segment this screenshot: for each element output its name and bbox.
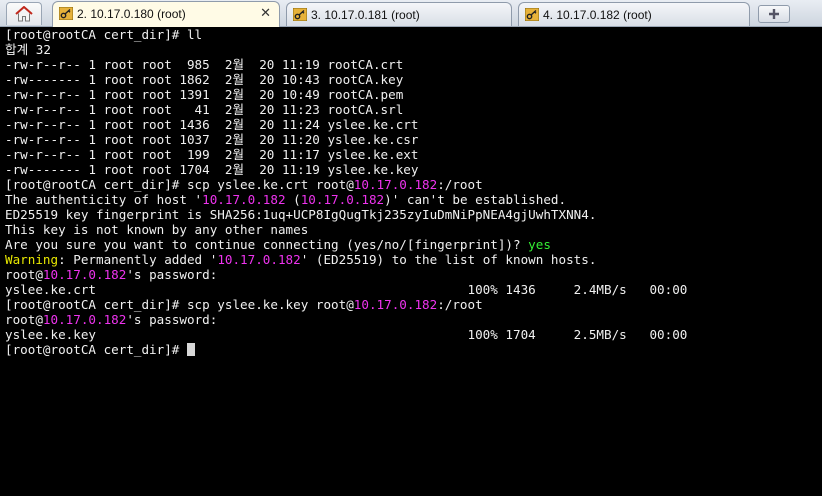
terminal-line: [root@rootCA cert_dir]# scp yslee.ke.crt… <box>5 177 687 192</box>
line-text: Are you sure you want to continue connec… <box>5 237 529 252</box>
line-text: root@ <box>5 312 43 327</box>
prompt: [root@rootCA cert_dir]# <box>5 342 187 357</box>
new-tab-button[interactable] <box>758 5 790 23</box>
terminal-prompt-line: [root@rootCA cert_dir]# <box>5 342 687 357</box>
terminal-line: ED25519 key fingerprint is SHA256:1uq+UC… <box>5 207 597 222</box>
ip-address: 10.17.0.182 <box>202 192 286 207</box>
terminal-line: Are you sure you want to continue connec… <box>5 237 687 252</box>
home-icon <box>15 6 33 22</box>
line-text: 's password: <box>126 267 218 282</box>
line-text: [root@rootCA cert_dir]# scp yslee.ke.crt… <box>5 177 354 192</box>
key-icon <box>59 7 73 20</box>
ip-address: 10.17.0.182 <box>42 267 127 282</box>
line-text: ' (ED25519) to the list of known hosts. <box>300 252 597 267</box>
terminal-output: [root@rootCA cert_dir]# ll 합계 32 -rw-r--… <box>5 27 687 357</box>
tab-label: 4. 10.17.0.182 (root) <box>543 8 652 22</box>
terminal-line: [root@rootCA cert_dir]# scp yslee.ke.key… <box>5 297 687 312</box>
key-icon <box>525 8 539 21</box>
ip-address: 10.17.0.182 <box>353 297 438 312</box>
home-button[interactable] <box>6 2 42 25</box>
close-icon[interactable]: ✕ <box>260 5 271 21</box>
tab-session-3[interactable]: 3. 10.17.0.181 (root) <box>286 2 512 26</box>
line-text: [root@rootCA cert_dir]# scp yslee.ke.key… <box>5 297 354 312</box>
ip-address: 10.17.0.182 <box>217 252 301 267</box>
plus-icon <box>769 9 779 19</box>
line-text: :/root <box>437 177 483 192</box>
terminal-line: -rw-r--r-- 1 root root 1436 2월 20 11:24 … <box>5 117 419 132</box>
tab-session-2[interactable]: 2. 10.17.0.180 (root) ✕ <box>52 1 280 27</box>
terminal-line: -rw-r--r-- 1 root root 985 2월 20 11:19 r… <box>5 57 404 72</box>
terminal-line: -rw------- 1 root root 1704 2월 20 11:19 … <box>5 162 419 177</box>
line-text: 's password: <box>126 312 218 327</box>
tab-bar: 2. 10.17.0.180 (root) ✕ 3. 10.17.0.181 (… <box>0 0 822 27</box>
line-text: root@ <box>5 267 43 282</box>
terminal-line: -rw-r--r-- 1 root root 1037 2월 20 11:20 … <box>5 132 419 147</box>
warning-label: Warning <box>5 252 59 267</box>
line-text: : Permanently added ' <box>58 252 218 267</box>
yes-answer: yes <box>528 237 551 252</box>
text-cursor <box>186 343 195 356</box>
terminal-line: The authenticity of host '10.17.0.182 (1… <box>5 192 687 207</box>
terminal-line: root@10.17.0.182's password: <box>5 267 687 282</box>
terminal-line: -rw-r--r-- 1 root root 199 2월 20 11:17 y… <box>5 147 419 162</box>
line-text: :/root <box>437 297 483 312</box>
ip-address: 10.17.0.182 <box>353 177 438 192</box>
terminal-line: root@10.17.0.182's password: <box>5 312 687 327</box>
ip-address: 10.17.0.182 <box>42 312 127 327</box>
terminal-line: 합계 32 <box>5 42 51 57</box>
terminal-area[interactable]: [root@rootCA cert_dir]# ll 합계 32 -rw-r--… <box>0 27 822 496</box>
terminal-line: -rw-r--r-- 1 root root 41 2월 20 11:23 ro… <box>5 102 404 117</box>
line-text: The authenticity of host ' <box>5 192 203 207</box>
terminal-line: -rw-r--r-- 1 root root 1391 2월 20 10:49 … <box>5 87 404 102</box>
terminal-line: yslee.ke.crt 100% 1436 2.4MB/s 00:00 <box>5 282 688 297</box>
terminal-line: yslee.ke.key 100% 1704 2.5MB/s 00:00 <box>5 327 688 342</box>
tab-label: 2. 10.17.0.180 (root) <box>77 7 186 21</box>
tab-label: 3. 10.17.0.181 (root) <box>311 8 420 22</box>
line-text: )' can't be established. <box>384 192 567 207</box>
terminal-line: Warning: Permanently added '10.17.0.182'… <box>5 252 687 267</box>
terminal-line: [root@rootCA cert_dir]# ll <box>5 27 203 42</box>
line-text: ( <box>285 192 301 207</box>
terminal-line: -rw------- 1 root root 1862 2월 20 10:43 … <box>5 72 404 87</box>
key-icon <box>293 8 307 21</box>
terminal-line: This key is not known by any other names <box>5 222 309 237</box>
ip-address: 10.17.0.182 <box>300 192 385 207</box>
tab-session-4[interactable]: 4. 10.17.0.182 (root) <box>518 2 750 26</box>
